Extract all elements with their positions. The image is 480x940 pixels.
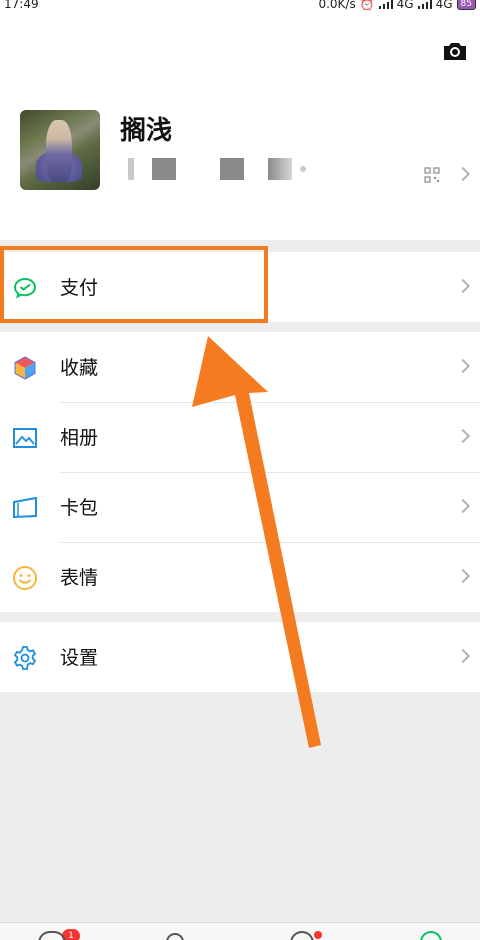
chevron-right-icon xyxy=(455,568,471,584)
picture-icon xyxy=(13,428,37,448)
chevron-right-icon xyxy=(455,648,471,664)
menu-label-album: 相册 xyxy=(60,427,99,449)
highlight-box xyxy=(0,246,268,323)
tab-bar: 1 xyxy=(0,922,480,940)
menu-label-settings: 设置 xyxy=(60,647,99,669)
nickname: 搁浅 xyxy=(120,116,173,146)
status-indicators: 0.0K/s ⏰ 4G 4G 85 xyxy=(318,0,476,11)
alarm-icon: ⏰ xyxy=(359,0,375,11)
camera-icon[interactable] xyxy=(442,40,468,62)
discover-dot-badge xyxy=(314,931,322,939)
chevron-right-icon xyxy=(455,278,471,294)
profile-header[interactable]: 搁浅 xyxy=(0,14,480,240)
network-type-2: 4G xyxy=(435,0,453,11)
status-time: 17:49 xyxy=(4,0,39,11)
menu-label-favorites: 收藏 xyxy=(60,357,99,379)
menu-item-album[interactable]: 相册 xyxy=(0,402,480,472)
menu-item-cards[interactable]: 卡包 xyxy=(0,472,480,542)
chevron-right-icon xyxy=(455,498,471,514)
network-type-1: 4G xyxy=(396,0,414,11)
tab-me[interactable] xyxy=(420,931,442,940)
chevron-right-icon xyxy=(455,166,471,182)
cube-icon xyxy=(14,356,36,380)
gear-icon xyxy=(13,646,37,670)
signal-icon-2 xyxy=(417,0,432,9)
card-icon xyxy=(13,496,37,519)
smiley-icon xyxy=(13,566,37,590)
wechat-id-redacted xyxy=(128,158,134,180)
menu-group-main: 收藏 相册 卡包 表情 xyxy=(0,332,480,612)
tab-contacts[interactable] xyxy=(166,933,184,940)
network-speed: 0.0K/s xyxy=(318,0,356,11)
qr-code-icon[interactable] xyxy=(424,167,440,183)
avatar[interactable] xyxy=(20,110,100,190)
battery-icon: 85 xyxy=(456,0,476,10)
menu-label-cards: 卡包 xyxy=(60,497,99,519)
chevron-right-icon xyxy=(455,428,471,444)
chevron-right-icon xyxy=(455,358,471,374)
menu-item-settings[interactable]: 设置 xyxy=(0,622,480,692)
menu-item-favorites[interactable]: 收藏 xyxy=(0,332,480,402)
menu-group-settings: 设置 xyxy=(0,622,480,692)
tab-discover[interactable] xyxy=(290,931,314,940)
signal-icon xyxy=(378,0,393,9)
status-bar: 17:49 0.0K/s ⏰ 4G 4G 85 xyxy=(0,0,480,14)
menu-item-stickers[interactable]: 表情 xyxy=(0,542,480,612)
menu-label-stickers: 表情 xyxy=(60,567,99,589)
